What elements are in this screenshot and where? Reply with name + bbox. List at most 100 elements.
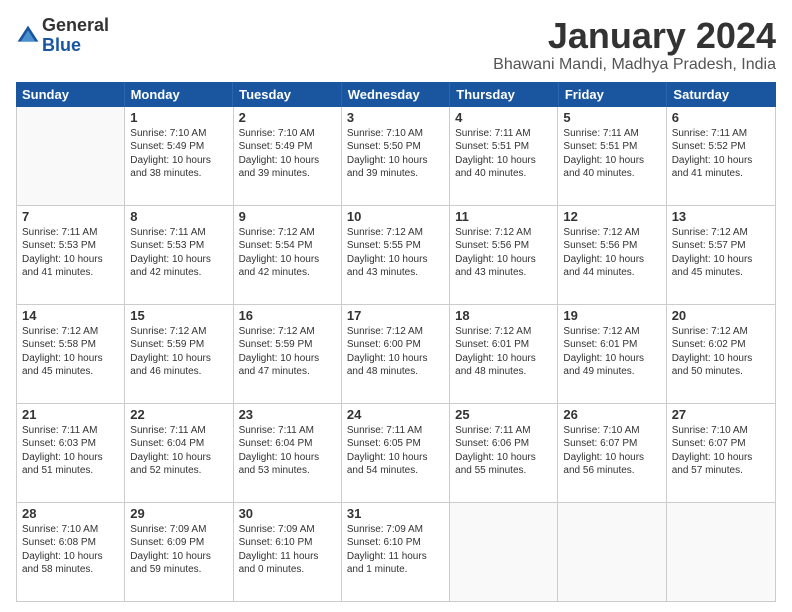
calendar-row: 7 Sunrise: 7:11 AM Sunset: 5:53 PM Daylig… xyxy=(17,206,775,305)
calendar-cell-22: 22 Sunrise: 7:11 AM Sunset: 6:04 PM Dayli… xyxy=(125,404,233,502)
calendar-cell-19: 19Sunrise: 7:12 AM Sunset: 6:01 PM Dayli… xyxy=(558,305,666,403)
day-number: 26 xyxy=(563,407,660,422)
day-info: Sunrise: 7:12 AM Sunset: 6:02 PM Dayligh… xyxy=(672,325,770,379)
day-info: Sunrise: 7:12 AM Sunset: 6:01 PM Dayligh… xyxy=(455,325,552,379)
day-number: 4 xyxy=(455,110,552,125)
calendar-cell-3: 3Sunrise: 7:10 AM Sunset: 5:50 PM Daylig… xyxy=(342,107,450,205)
day-info: Sunrise: 7:11 AM Sunset: 6:04 PM Dayligh… xyxy=(130,424,227,478)
day-number: 11 xyxy=(455,209,552,224)
calendar-header: SundayMondayTuesdayWednesdayThursdayFrid… xyxy=(16,82,776,107)
calendar-cell-27: 27 Sunrise: 7:10 AM Sunset: 6:07 PM Dayli… xyxy=(667,404,775,502)
day-header-monday: Monday xyxy=(125,82,234,107)
day-header-friday: Friday xyxy=(559,82,668,107)
day-header-tuesday: Tuesday xyxy=(233,82,342,107)
title-block: January 2024 Bhawani Mandi, Madhya Prade… xyxy=(493,16,776,74)
calendar-row: 28 Sunrise: 7:10 AM Sunset: 6:08 PM Dayli… xyxy=(17,503,775,601)
day-header-saturday: Saturday xyxy=(667,82,776,107)
day-info: Sunrise: 7:10 AM Sunset: 6:07 PM Dayligh… xyxy=(672,424,770,478)
logo-text: General Blue xyxy=(42,16,109,56)
calendar-cell-12: 12 Sunrise: 7:12 AM Sunset: 5:56 PM Dayli… xyxy=(558,206,666,304)
calendar: SundayMondayTuesdayWednesdayThursdayFrid… xyxy=(16,82,776,602)
header: General Blue January 2024 Bhawani Mandi,… xyxy=(16,16,776,74)
day-info: Sunrise: 7:09 AM Sunset: 6:09 PM Dayligh… xyxy=(130,523,227,577)
day-info: Sunrise: 7:12 AM Sunset: 5:56 PM Dayligh… xyxy=(455,226,552,280)
day-info: Sunrise: 7:10 AM Sunset: 6:08 PM Dayligh… xyxy=(22,523,119,577)
calendar-cell-8: 8Sunrise: 7:11 AM Sunset: 5:53 PM Daylig… xyxy=(125,206,233,304)
day-number: 31 xyxy=(347,506,444,521)
day-info: Sunrise: 7:12 AM Sunset: 5:58 PM Dayligh… xyxy=(22,325,119,379)
day-info: Sunrise: 7:11 AM Sunset: 6:05 PM Dayligh… xyxy=(347,424,444,478)
day-number: 14 xyxy=(22,308,119,323)
day-number: 27 xyxy=(672,407,770,422)
day-header-sunday: Sunday xyxy=(16,82,125,107)
calendar-cell-2: 2 Sunrise: 7:10 AM Sunset: 5:49 PM Daylig… xyxy=(234,107,342,205)
day-info: Sunrise: 7:12 AM Sunset: 5:59 PM Dayligh… xyxy=(239,325,336,379)
calendar-cell-5: 5 Sunrise: 7:11 AM Sunset: 5:51 PM Daylig… xyxy=(558,107,666,205)
day-number: 1 xyxy=(130,110,227,125)
day-number: 30 xyxy=(239,506,336,521)
calendar-cell-9: 9 Sunrise: 7:12 AM Sunset: 5:54 PM Daylig… xyxy=(234,206,342,304)
day-info: Sunrise: 7:10 AM Sunset: 5:49 PM Dayligh… xyxy=(239,127,336,181)
calendar-row: 14 Sunrise: 7:12 AM Sunset: 5:58 PM Dayli… xyxy=(17,305,775,404)
calendar-cell-17: 17Sunrise: 7:12 AM Sunset: 6:00 PM Dayli… xyxy=(342,305,450,403)
day-info: Sunrise: 7:12 AM Sunset: 5:54 PM Dayligh… xyxy=(239,226,336,280)
day-info: Sunrise: 7:11 AM Sunset: 5:53 PM Dayligh… xyxy=(22,226,119,280)
day-info: Sunrise: 7:11 AM Sunset: 5:51 PM Dayligh… xyxy=(455,127,552,181)
calendar-cell-empty xyxy=(450,503,558,601)
day-info: Sunrise: 7:11 AM Sunset: 6:04 PM Dayligh… xyxy=(239,424,336,478)
day-info: Sunrise: 7:11 AM Sunset: 6:06 PM Dayligh… xyxy=(455,424,552,478)
location: Bhawani Mandi, Madhya Pradesh, India xyxy=(493,56,776,74)
day-header-thursday: Thursday xyxy=(450,82,559,107)
calendar-cell-4: 4 Sunrise: 7:11 AM Sunset: 5:51 PM Daylig… xyxy=(450,107,558,205)
page: General Blue January 2024 Bhawani Mandi,… xyxy=(0,0,792,612)
calendar-cell-25: 25 Sunrise: 7:11 AM Sunset: 6:06 PM Dayli… xyxy=(450,404,558,502)
day-info: Sunrise: 7:09 AM Sunset: 6:10 PM Dayligh… xyxy=(347,523,444,577)
day-number: 24 xyxy=(347,407,444,422)
day-number: 6 xyxy=(672,110,770,125)
day-number: 7 xyxy=(22,209,119,224)
day-number: 28 xyxy=(22,506,119,521)
day-info: Sunrise: 7:12 AM Sunset: 5:56 PM Dayligh… xyxy=(563,226,660,280)
calendar-cell-28: 28 Sunrise: 7:10 AM Sunset: 6:08 PM Dayli… xyxy=(17,503,125,601)
day-info: Sunrise: 7:11 AM Sunset: 5:51 PM Dayligh… xyxy=(563,127,660,181)
day-number: 21 xyxy=(22,407,119,422)
calendar-row: 21 Sunrise: 7:11 AM Sunset: 6:03 PM Dayli… xyxy=(17,404,775,503)
day-number: 16 xyxy=(239,308,336,323)
day-number: 10 xyxy=(347,209,444,224)
calendar-cell-18: 18 Sunrise: 7:12 AM Sunset: 6:01 PM Dayli… xyxy=(450,305,558,403)
day-number: 13 xyxy=(672,209,770,224)
day-number: 3 xyxy=(347,110,444,125)
logo-general: General xyxy=(42,16,109,36)
day-number: 18 xyxy=(455,308,552,323)
day-number: 8 xyxy=(130,209,227,224)
calendar-cell-16: 16 Sunrise: 7:12 AM Sunset: 5:59 PM Dayli… xyxy=(234,305,342,403)
calendar-cell-6: 6Sunrise: 7:11 AM Sunset: 5:52 PM Daylig… xyxy=(667,107,775,205)
logo-blue: Blue xyxy=(42,36,109,56)
day-number: 5 xyxy=(563,110,660,125)
day-info: Sunrise: 7:09 AM Sunset: 6:10 PM Dayligh… xyxy=(239,523,336,577)
day-info: Sunrise: 7:12 AM Sunset: 5:57 PM Dayligh… xyxy=(672,226,770,280)
day-number: 2 xyxy=(239,110,336,125)
calendar-cell-10: 10 Sunrise: 7:12 AM Sunset: 5:55 PM Dayli… xyxy=(342,206,450,304)
day-number: 12 xyxy=(563,209,660,224)
day-number: 17 xyxy=(347,308,444,323)
day-number: 25 xyxy=(455,407,552,422)
day-number: 22 xyxy=(130,407,227,422)
day-info: Sunrise: 7:12 AM Sunset: 6:01 PM Dayligh… xyxy=(563,325,660,379)
logo-icon xyxy=(16,24,40,48)
day-info: Sunrise: 7:12 AM Sunset: 5:55 PM Dayligh… xyxy=(347,226,444,280)
day-number: 15 xyxy=(130,308,227,323)
day-number: 9 xyxy=(239,209,336,224)
day-info: Sunrise: 7:11 AM Sunset: 6:03 PM Dayligh… xyxy=(22,424,119,478)
day-info: Sunrise: 7:12 AM Sunset: 5:59 PM Dayligh… xyxy=(130,325,227,379)
day-number: 23 xyxy=(239,407,336,422)
calendar-cell-14: 14 Sunrise: 7:12 AM Sunset: 5:58 PM Dayli… xyxy=(17,305,125,403)
day-header-wednesday: Wednesday xyxy=(342,82,451,107)
calendar-cell-29: 29 Sunrise: 7:09 AM Sunset: 6:09 PM Dayli… xyxy=(125,503,233,601)
calendar-cell-26: 26Sunrise: 7:10 AM Sunset: 6:07 PM Dayli… xyxy=(558,404,666,502)
calendar-cell-13: 13 Sunrise: 7:12 AM Sunset: 5:57 PM Dayli… xyxy=(667,206,775,304)
calendar-cell-1: 1Sunrise: 7:10 AM Sunset: 5:49 PM Daylig… xyxy=(125,107,233,205)
calendar-cell-empty xyxy=(667,503,775,601)
calendar-cell-7: 7 Sunrise: 7:11 AM Sunset: 5:53 PM Daylig… xyxy=(17,206,125,304)
day-number: 29 xyxy=(130,506,227,521)
